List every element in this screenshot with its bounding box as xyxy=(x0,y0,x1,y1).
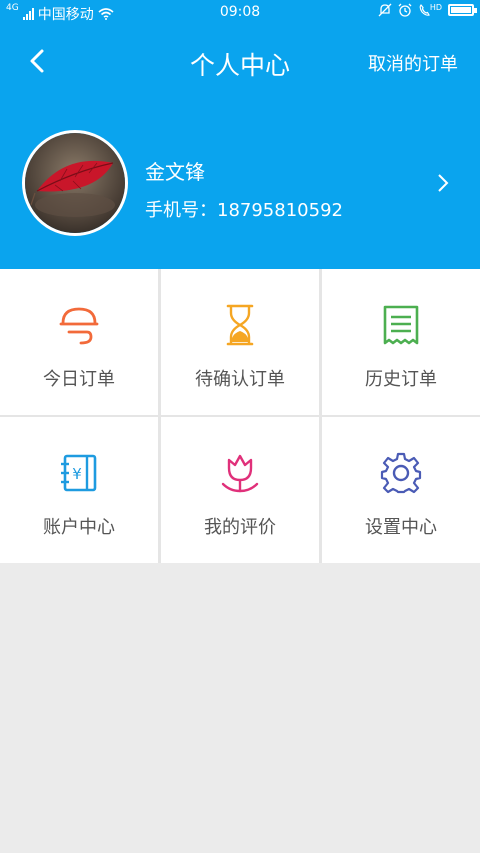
menu-label: 历史订单 xyxy=(365,369,437,390)
receipt-icon xyxy=(383,305,419,345)
menu-label: 待确认订单 xyxy=(195,369,285,390)
alarm-icon xyxy=(398,3,412,17)
phone-number: 18795810592 xyxy=(217,200,343,221)
menu-item-settings-center[interactable]: 设置中心 xyxy=(322,417,480,563)
hd-label: HD xyxy=(429,3,442,12)
hourglass-icon xyxy=(226,304,254,346)
avatar[interactable] xyxy=(22,130,128,236)
menu-grid: 今日订单 待确认订单 历史订单 ¥ 账户中心 我的评价 设置中心 xyxy=(0,269,480,563)
menu-item-my-reviews[interactable]: 我的评价 xyxy=(161,417,319,563)
menu-item-pending-orders[interactable]: 待确认订单 xyxy=(161,269,319,415)
status-bar: 4G 中国移动 09:08 HD xyxy=(0,0,480,26)
menu-item-account-center[interactable]: ¥ 账户中心 xyxy=(0,417,158,563)
menu-label: 账户中心 xyxy=(43,517,115,538)
menu-label: 今日订单 xyxy=(43,369,115,390)
phone-label: 手机号： xyxy=(145,200,217,221)
today-order-icon xyxy=(59,307,99,345)
profile-header: 个人中心 取消的订单 金文锋 手机号：18795810592 xyxy=(0,26,480,269)
mute-bell-icon xyxy=(378,3,392,17)
status-right: HD xyxy=(378,3,477,17)
profile-card[interactable]: 金文锋 手机号：18795810592 xyxy=(0,130,480,236)
menu-label: 设置中心 xyxy=(365,517,437,538)
flower-icon xyxy=(221,454,259,493)
battery-fill xyxy=(451,7,471,13)
chevron-right-icon[interactable] xyxy=(436,172,450,194)
cancelled-orders-link[interactable]: 取消的订单 xyxy=(368,50,458,76)
user-phone: 手机号：18795810592 xyxy=(145,196,343,222)
menu-item-today-orders[interactable]: 今日订单 xyxy=(0,269,158,415)
avatar-image xyxy=(25,133,125,233)
user-name: 金文锋 xyxy=(145,160,205,184)
wallet-icon: ¥ xyxy=(61,454,97,492)
battery-icon xyxy=(448,4,477,16)
svg-text:¥: ¥ xyxy=(72,465,82,483)
menu-label: 我的评价 xyxy=(204,517,276,538)
menu-item-history-orders[interactable]: 历史订单 xyxy=(322,269,480,415)
gear-icon xyxy=(380,452,422,494)
